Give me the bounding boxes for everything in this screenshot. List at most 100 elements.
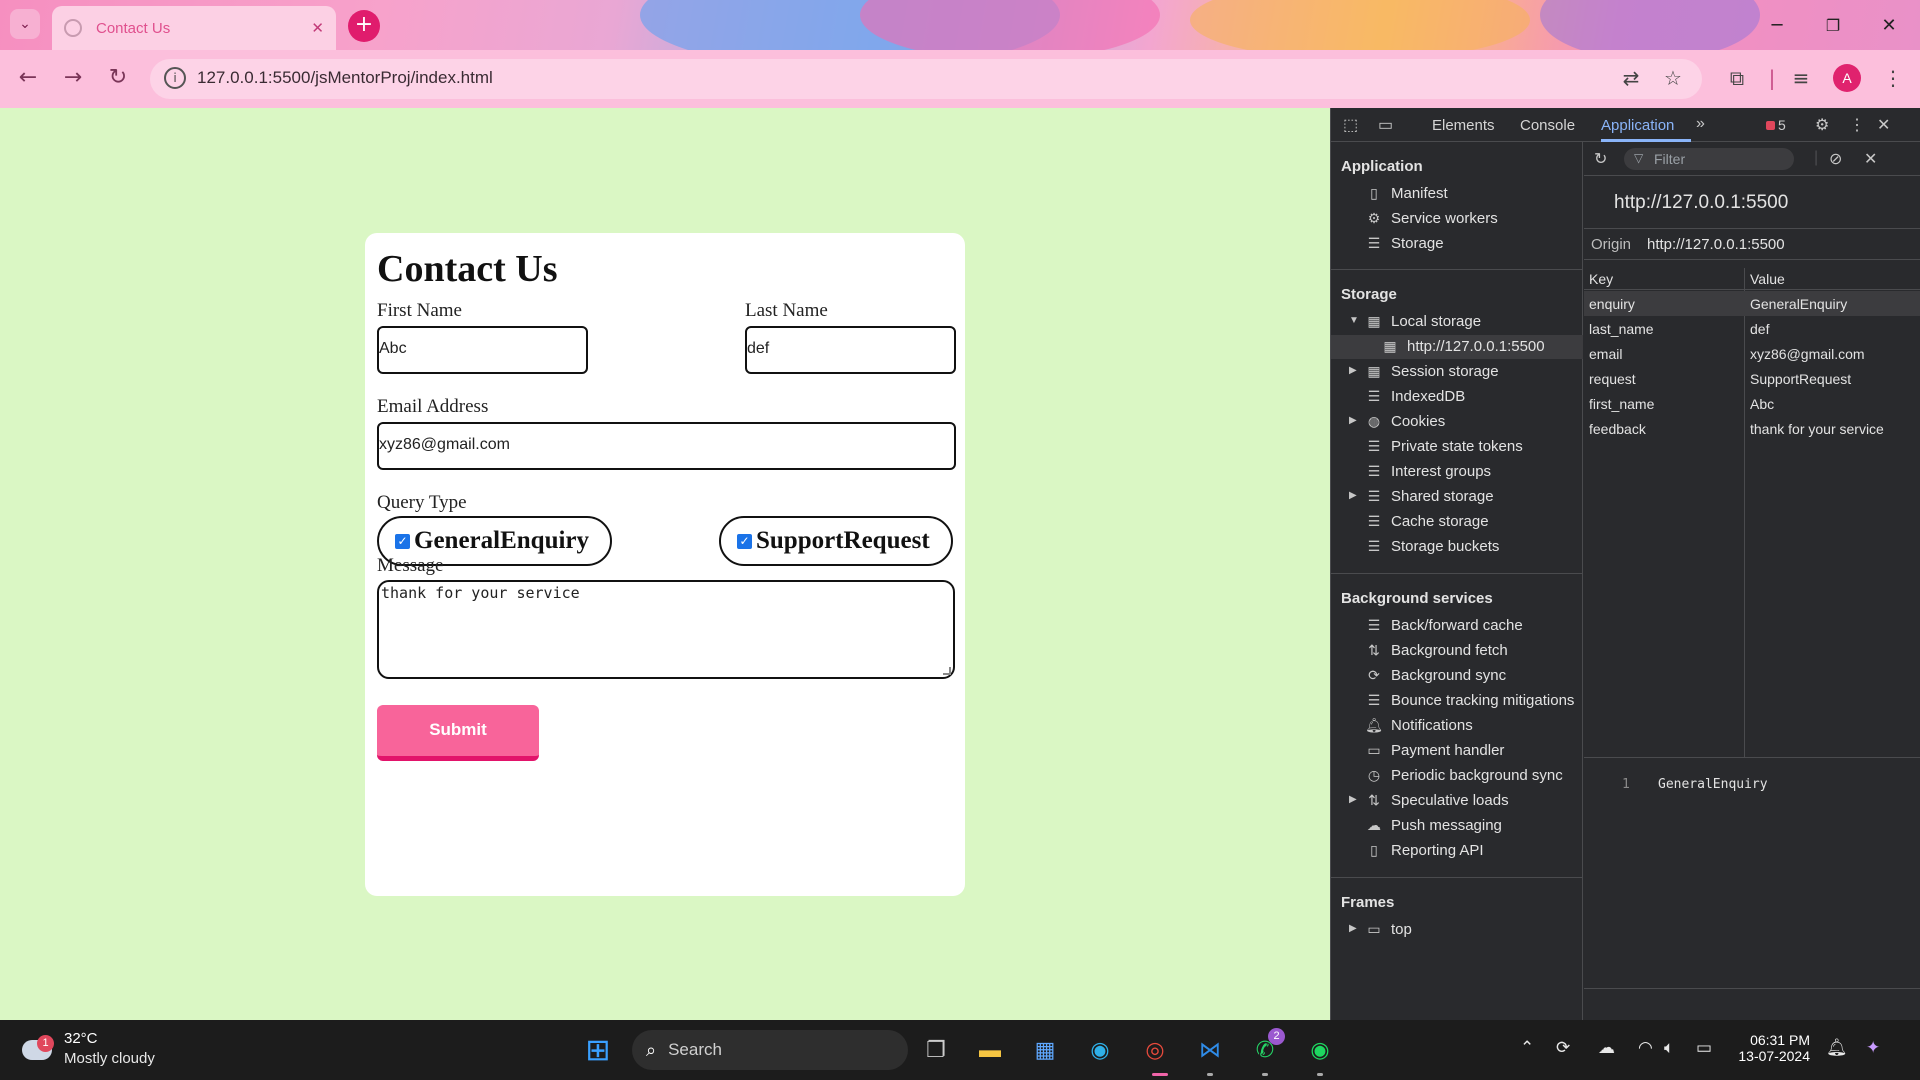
sidebar-item-background-fetch[interactable]: ⇅ Background fetch: [1331, 639, 1583, 663]
issues-badge[interactable]: 5: [1766, 117, 1786, 133]
restore-button[interactable]: ❐: [1810, 8, 1856, 42]
new-tab-button[interactable]: +: [348, 10, 380, 42]
weather-widget[interactable]: 1 32°C Mostly cloudy: [20, 1030, 190, 1070]
refresh-icon[interactable]: ↻: [1594, 149, 1607, 169]
resize-grip-icon[interactable]: [943, 667, 951, 675]
table-row[interactable]: request SupportRequest: [1584, 366, 1920, 391]
translate-icon[interactable]: ⇄: [1617, 66, 1645, 90]
sidebar-item-cache-storage[interactable]: ☰ Cache storage: [1331, 510, 1583, 534]
sidebar-item-indexeddb[interactable]: ☰ IndexedDB: [1331, 385, 1583, 409]
close-window-button[interactable]: ✕: [1866, 8, 1912, 42]
table-row[interactable]: last_name def: [1584, 316, 1920, 341]
taskbar-search[interactable]: ⌕ Search: [632, 1030, 908, 1070]
copilot-icon[interactable]: ✦: [1866, 1038, 1880, 1058]
sidebar-item-notifications[interactable]: 🔔︎ Notifications: [1331, 714, 1583, 738]
sidebar-item-periodic-background-sync[interactable]: ◷ Periodic background sync: [1331, 764, 1583, 788]
collapsed-triangle-icon[interactable]: ▶: [1349, 923, 1357, 934]
sidebar-item-session-storage[interactable]: ▶ ▦ Session storage: [1331, 360, 1583, 384]
forward-arrow-icon[interactable]: →: [58, 65, 88, 90]
sidebar-item-shared-storage[interactable]: ▶ ☰ Shared storage: [1331, 485, 1583, 509]
tab-elements[interactable]: Elements: [1432, 117, 1495, 134]
volume-icon[interactable]: 🔈︎: [1664, 1038, 1674, 1058]
file-explorer-icon[interactable]: ▬: [972, 1032, 1008, 1068]
more-tabs-chevron-icon[interactable]: »: [1696, 115, 1705, 133]
message-textarea[interactable]: thank for your service: [377, 580, 955, 679]
collapsed-triangle-icon[interactable]: ▶: [1349, 794, 1357, 805]
minimize-button[interactable]: ─: [1754, 8, 1800, 42]
spotify-icon[interactable]: ◉: [1302, 1032, 1338, 1068]
last-name-field[interactable]: def: [745, 326, 956, 374]
wifi-icon[interactable]: ◠: [1638, 1038, 1653, 1058]
close-devtools-icon[interactable]: ✕: [1877, 115, 1890, 135]
task-view-icon[interactable]: ❐: [918, 1032, 954, 1068]
submit-button[interactable]: Submit: [377, 705, 539, 761]
sidebar-item-service-workers[interactable]: ⚙ Service workers: [1331, 207, 1583, 231]
sidebar-item-push-messaging[interactable]: ☁ Push messaging: [1331, 814, 1583, 838]
bookmark-star-icon[interactable]: ☆: [1659, 66, 1687, 90]
back-arrow-icon[interactable]: ←: [13, 65, 43, 90]
sidebar-item-storage[interactable]: ☰ Storage: [1331, 232, 1583, 256]
sidebar-item-local-storage[interactable]: ▼ ▦ Local storage: [1331, 310, 1583, 334]
tab-console[interactable]: Console: [1520, 117, 1575, 134]
email-field[interactable]: xyz86@gmail.com: [377, 422, 956, 470]
first-name-field[interactable]: Abc: [377, 326, 588, 374]
notification-bell-icon[interactable]: 🔔︎: [1826, 1038, 1848, 1058]
column-header-key[interactable]: Key: [1589, 271, 1613, 287]
tab-application[interactable]: Application: [1601, 117, 1674, 134]
sidebar-item-manifest[interactable]: ▯ Manifest: [1331, 182, 1583, 206]
sidebar-item-payment-handler[interactable]: ▭ Payment handler: [1331, 739, 1583, 763]
inspect-element-icon[interactable]: ⬚: [1343, 115, 1358, 135]
collapsed-triangle-icon[interactable]: ▶: [1349, 490, 1357, 501]
extensions-puzzle-icon[interactable]: ⧉: [1723, 66, 1751, 90]
table-row[interactable]: feedback thank for your service: [1584, 416, 1920, 441]
profile-avatar[interactable]: A: [1833, 64, 1861, 92]
vscode-icon[interactable]: ⋈: [1192, 1032, 1228, 1068]
collapsed-triangle-icon[interactable]: ▶: [1349, 365, 1357, 376]
sidebar-item-private-state-tokens[interactable]: ☰ Private state tokens: [1331, 435, 1583, 459]
sidebar-item-storage-buckets[interactable]: ☰ Storage buckets: [1331, 535, 1583, 559]
settings-gear-icon[interactable]: ⚙: [1815, 115, 1829, 135]
sidebar-item-label: Background fetch: [1391, 642, 1508, 659]
media-queue-icon[interactable]: ≡: [1787, 66, 1815, 90]
reload-icon[interactable]: ↻: [103, 65, 133, 90]
microsoft-store-icon[interactable]: ▦: [1027, 1032, 1063, 1068]
chrome-browser-icon[interactable]: ◎: [1137, 1032, 1173, 1068]
sidebar-item-interest-groups[interactable]: ☰ Interest groups: [1331, 460, 1583, 484]
table-row[interactable]: enquiry GeneralEnquiry: [1584, 291, 1920, 316]
filter-input[interactable]: ▽ Filter: [1624, 148, 1794, 170]
url-text[interactable]: 127.0.0.1:5500/jsMentorProj/index.html: [197, 68, 493, 88]
address-bar[interactable]: i 127.0.0.1:5500/jsMentorProj/index.html: [150, 59, 1702, 99]
sidebar-item-back-forward-cache[interactable]: ☰ Back/forward cache: [1331, 614, 1583, 638]
battery-icon[interactable]: ▭: [1696, 1038, 1712, 1058]
table-row[interactable]: email xyz86@gmail.com: [1584, 341, 1920, 366]
sidebar-item-local-storage-origin[interactable]: ▦ http://127.0.0.1:5500: [1331, 335, 1583, 359]
tab-close-icon[interactable]: ✕: [311, 19, 324, 37]
device-toolbar-icon[interactable]: ▭: [1378, 115, 1393, 135]
checkbox-checked-icon[interactable]: ✓: [395, 533, 410, 549]
sidebar-item-cookies[interactable]: ▶ ◍ Cookies: [1331, 410, 1583, 434]
sidebar-item-bounce-tracking[interactable]: ☰ Bounce tracking mitigations: [1331, 689, 1583, 713]
kebab-menu-icon[interactable]: ⋮: [1879, 66, 1907, 90]
browser-tab[interactable]: Contact Us ✕: [52, 6, 336, 50]
table-row[interactable]: first_name Abc: [1584, 391, 1920, 416]
windows-start-icon[interactable]: ⊞: [580, 1032, 616, 1068]
expanded-triangle-icon[interactable]: ▼: [1349, 315, 1359, 326]
system-clock[interactable]: 06:31 PM 13-07-2024: [1730, 1032, 1810, 1064]
column-header-value[interactable]: Value: [1750, 271, 1785, 287]
collapsed-triangle-icon[interactable]: ▶: [1349, 415, 1357, 426]
tab-search-chevron-down-icon[interactable]: ⌄: [10, 9, 40, 39]
devtools-menu-icon[interactable]: ⋮: [1849, 115, 1865, 135]
site-info-icon[interactable]: i: [164, 67, 186, 89]
edge-browser-icon[interactable]: ◉: [1082, 1032, 1118, 1068]
show-hidden-icons-chevron-icon[interactable]: ⌃: [1520, 1038, 1534, 1058]
onedrive-cloud-icon[interactable]: ☁: [1598, 1038, 1615, 1058]
delete-selected-icon[interactable]: ✕: [1864, 149, 1877, 169]
sync-status-icon[interactable]: ⟳: [1556, 1038, 1570, 1058]
checkbox-checked-icon[interactable]: ✓: [737, 533, 752, 549]
clear-all-icon[interactable]: ⊘: [1829, 149, 1842, 169]
sidebar-item-frame-top[interactable]: ▶ ▭ top: [1331, 918, 1583, 942]
sidebar-item-speculative-loads[interactable]: ▶ ⇅ Speculative loads: [1331, 789, 1583, 813]
query-option-support-request[interactable]: ✓ SupportRequest: [719, 516, 953, 566]
sidebar-item-background-sync[interactable]: ⟳ Background sync: [1331, 664, 1583, 688]
sidebar-item-reporting-api[interactable]: ▯ Reporting API: [1331, 839, 1583, 863]
